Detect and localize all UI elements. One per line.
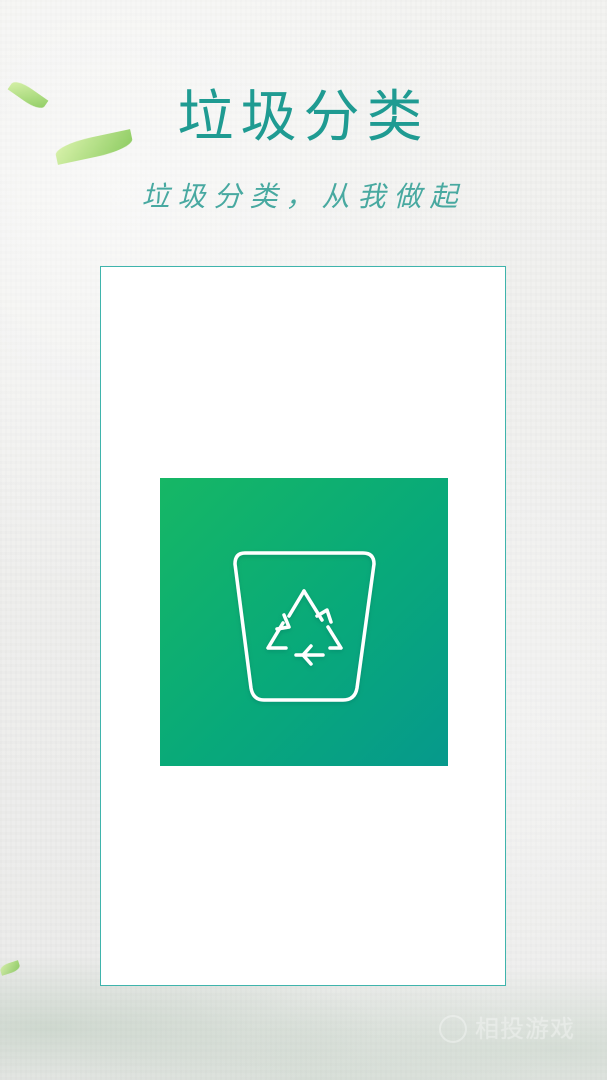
watermark-logo-icon <box>439 1015 467 1043</box>
recycle-bin-icon <box>233 551 376 702</box>
app-icon-card <box>160 478 448 766</box>
watermark: 相投游戏 <box>439 1010 589 1048</box>
page-subtitle: 垃圾分类，从我做起 <box>141 180 466 213</box>
watermark-text: 相投游戏 <box>475 1015 575 1043</box>
page-title: 垃圾分类 <box>177 85 430 150</box>
